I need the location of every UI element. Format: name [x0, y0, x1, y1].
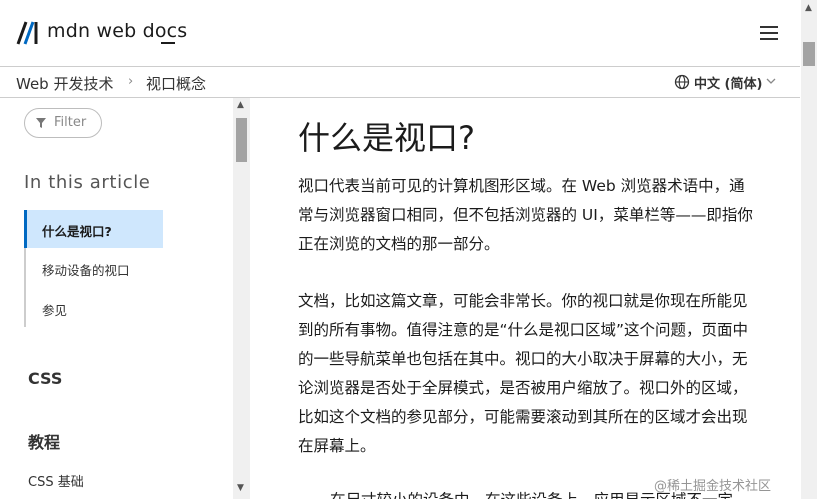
- filter-input[interactable]: Filter: [24, 108, 102, 138]
- language-label: 中文 (简体): [694, 77, 763, 92]
- paragraph-intro: 视口代表当前可见的计算机图形区域。在 Web 浏览器术语中，通常与浏览器窗口相同…: [298, 177, 753, 253]
- breadcrumb: Web 开发技术 › 视口概念 中文 (简体): [0, 67, 800, 98]
- toc-item-mobile-viewport[interactable]: 移动设备的视口: [42, 260, 130, 279]
- article-content: 什么是视口? 视口代表当前可见的计算机图形区域。在 Web 浏览器术语中，通常与…: [250, 98, 801, 499]
- sidebar-group-tutorial[interactable]: 教程: [28, 429, 60, 453]
- filter-icon: [36, 118, 46, 128]
- paragraph-document: 文档，比如这篇文章，可能会非常长。你的视口就是你现在所能见到的所有事物。值得注意…: [298, 292, 749, 455]
- sidebar: Filter In this article 什么是视口? 移动设备的视口 参见…: [0, 98, 233, 499]
- page-title: 什么是视口?: [298, 119, 475, 157]
- watermark: @稀土掘金技术社区: [654, 479, 772, 494]
- breadcrumb-item-web[interactable]: Web 开发技术: [16, 73, 113, 94]
- breadcrumb-separator: ›: [128, 74, 134, 89]
- page-scroll-thumb[interactable]: [803, 42, 815, 66]
- logo-cursor: [161, 42, 175, 44]
- breadcrumb-item-viewport[interactable]: 视口概念: [146, 73, 206, 94]
- hamburger-menu-icon[interactable]: [760, 26, 778, 40]
- sidebar-group-css[interactable]: CSS: [28, 369, 62, 388]
- logo-text[interactable]: mdn web docs: [47, 20, 187, 42]
- site-header: mdn web docs: [0, 0, 800, 67]
- sidebar-link-css-basics[interactable]: CSS 基础: [28, 471, 84, 490]
- filter-placeholder: Filter: [54, 115, 87, 130]
- chevron-down-icon: [766, 78, 776, 84]
- toc-item-see-also[interactable]: 参见: [42, 300, 67, 319]
- sidebar-scroll-thumb[interactable]: [236, 118, 247, 162]
- toc-item-what-is-viewport[interactable]: 什么是视口?: [42, 221, 112, 240]
- scroll-up-icon[interactable]: ▲: [237, 100, 244, 110]
- mdn-logo-icon[interactable]: [16, 20, 42, 46]
- scroll-up-icon[interactable]: ▲: [805, 3, 812, 13]
- page-scrollbar[interactable]: ▲: [801, 0, 817, 499]
- sidebar-scrollbar[interactable]: ▲ ▼: [233, 98, 250, 499]
- scroll-down-icon[interactable]: ▼: [237, 483, 244, 493]
- toc-heading: In this article: [24, 172, 151, 193]
- globe-icon: [674, 74, 690, 90]
